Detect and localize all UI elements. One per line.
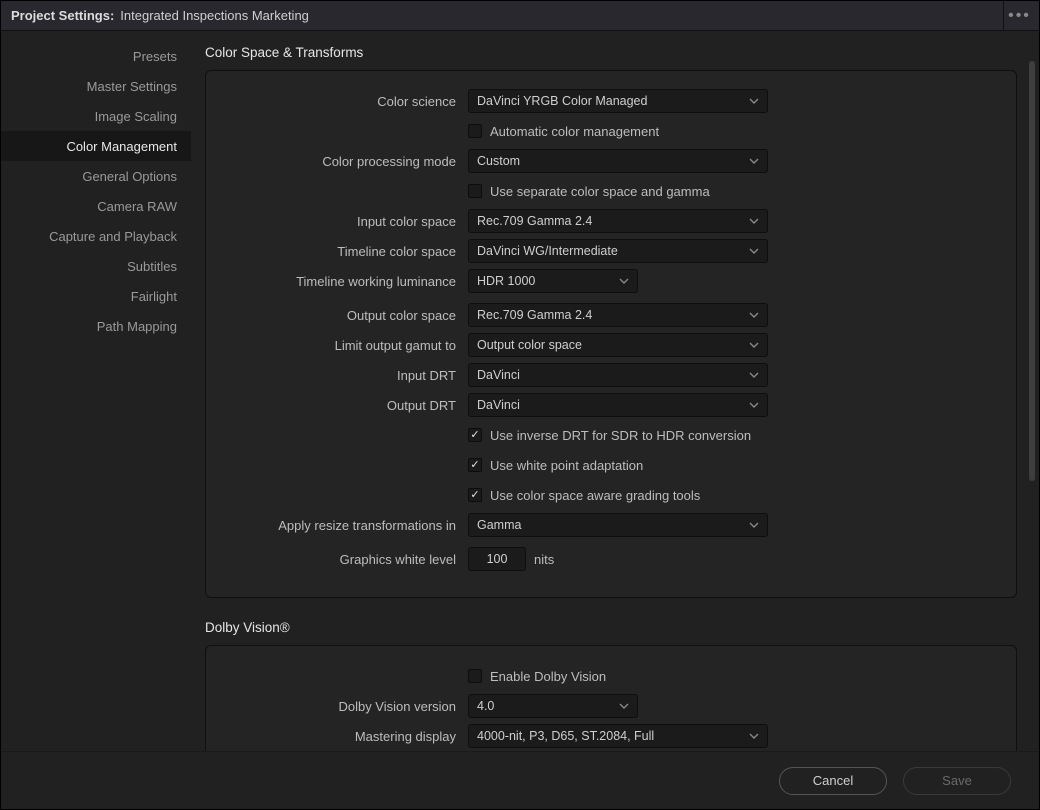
- checkbox-cs-aware-grading[interactable]: [468, 488, 482, 502]
- checkbox-white-point-adaptation[interactable]: [468, 458, 482, 472]
- titlebar: Project Settings: Integrated Inspections…: [1, 1, 1039, 31]
- dropdown-output-color-space[interactable]: Rec.709 Gamma 2.4: [468, 303, 768, 327]
- label-resize-transformations: Apply resize transformations in: [224, 518, 468, 533]
- chevron-down-icon: [749, 520, 759, 530]
- save-button[interactable]: Save: [903, 767, 1011, 795]
- label-auto-color-management: Automatic color management: [490, 124, 659, 139]
- dropdown-dolby-version[interactable]: 4.0: [468, 694, 638, 718]
- chevron-down-icon: [749, 340, 759, 350]
- sidebar-item-label: Subtitles: [127, 259, 177, 274]
- options-menu-icon[interactable]: •••: [1003, 1, 1029, 30]
- sidebar-item-label: Color Management: [66, 139, 177, 154]
- sidebar-item-label: Presets: [133, 49, 177, 64]
- sidebar: Presets Master Settings Image Scaling Co…: [1, 31, 191, 751]
- checkbox-auto-color-management[interactable]: [468, 124, 482, 138]
- unit-nits: nits: [534, 552, 554, 567]
- sidebar-item-label: Master Settings: [87, 79, 177, 94]
- label-limit-output-gamut: Limit output gamut to: [224, 338, 468, 353]
- titlebar-label: Project Settings:: [11, 8, 114, 23]
- sidebar-item-capture-playback[interactable]: Capture and Playback: [1, 221, 191, 251]
- dropdown-mastering-display[interactable]: 4000-nit, P3, D65, ST.2084, Full: [468, 724, 768, 748]
- label-color-processing-mode: Color processing mode: [224, 154, 468, 169]
- dropdown-color-science[interactable]: DaVinci YRGB Color Managed: [468, 89, 768, 113]
- sidebar-item-label: Camera RAW: [97, 199, 177, 214]
- sidebar-item-label: General Options: [82, 169, 177, 184]
- dropdown-value: Rec.709 Gamma 2.4: [477, 308, 592, 322]
- label-input-color-space: Input color space: [224, 214, 468, 229]
- checkbox-enable-dolby-vision[interactable]: [468, 669, 482, 683]
- dropdown-value: Rec.709 Gamma 2.4: [477, 214, 592, 228]
- dropdown-value: HDR 1000: [477, 274, 535, 288]
- sidebar-item-path-mapping[interactable]: Path Mapping: [1, 311, 191, 341]
- dropdown-timeline-color-space[interactable]: DaVinci WG/Intermediate: [468, 239, 768, 263]
- cancel-button[interactable]: Cancel: [779, 767, 887, 795]
- dropdown-value: 4000-nit, P3, D65, ST.2084, Full: [477, 729, 654, 743]
- section-title-dolby: Dolby Vision®: [205, 620, 1017, 635]
- sidebar-item-subtitles[interactable]: Subtitles: [1, 251, 191, 281]
- dropdown-value: DaVinci: [477, 398, 520, 412]
- chevron-down-icon: [619, 701, 629, 711]
- panel-cst: Color science DaVinci YRGB Color Managed: [205, 70, 1017, 598]
- chevron-down-icon: [619, 276, 629, 286]
- label-dolby-version: Dolby Vision version: [224, 699, 468, 714]
- chevron-down-icon: [749, 96, 759, 106]
- sidebar-item-camera-raw[interactable]: Camera RAW: [1, 191, 191, 221]
- project-settings-window: Project Settings: Integrated Inspections…: [0, 0, 1040, 810]
- label-timeline-color-space: Timeline color space: [224, 244, 468, 259]
- panel-dolby: Enable Dolby Vision Dolby Vision version…: [205, 645, 1017, 751]
- dropdown-resize-transformations[interactable]: Gamma: [468, 513, 768, 537]
- dropdown-value: 4.0: [477, 699, 494, 713]
- label-inverse-drt: Use inverse DRT for SDR to HDR conversio…: [490, 428, 751, 443]
- scrollbar-track[interactable]: [1025, 31, 1039, 751]
- sidebar-item-general-options[interactable]: General Options: [1, 161, 191, 191]
- label-color-science: Color science: [224, 94, 468, 109]
- dropdown-value: DaVinci YRGB Color Managed: [477, 94, 647, 108]
- chevron-down-icon: [749, 216, 759, 226]
- titlebar-project: Integrated Inspections Marketing: [120, 8, 309, 23]
- checkbox-inverse-drt[interactable]: [468, 428, 482, 442]
- footer: Cancel Save: [1, 751, 1039, 809]
- sidebar-item-fairlight[interactable]: Fairlight: [1, 281, 191, 311]
- section-title-cst: Color Space & Transforms: [205, 45, 1017, 60]
- dropdown-value: DaVinci: [477, 368, 520, 382]
- sidebar-item-label: Capture and Playback: [49, 229, 177, 244]
- input-graphics-white-level[interactable]: [468, 547, 526, 571]
- sidebar-item-label: Image Scaling: [95, 109, 177, 124]
- dropdown-timeline-working-luminance[interactable]: HDR 1000: [468, 269, 638, 293]
- label-output-drt: Output DRT: [224, 398, 468, 413]
- chevron-down-icon: [749, 310, 759, 320]
- label-enable-dolby-vision: Enable Dolby Vision: [490, 669, 606, 684]
- dropdown-color-processing-mode[interactable]: Custom: [468, 149, 768, 173]
- dropdown-output-drt[interactable]: DaVinci: [468, 393, 768, 417]
- sidebar-item-label: Path Mapping: [97, 319, 177, 334]
- dropdown-value: Custom: [477, 154, 520, 168]
- dropdown-value: Output color space: [477, 338, 582, 352]
- chevron-down-icon: [749, 731, 759, 741]
- sidebar-item-presets[interactable]: Presets: [1, 41, 191, 71]
- label-cs-aware-grading: Use color space aware grading tools: [490, 488, 700, 503]
- label-white-point-adaptation: Use white point adaptation: [490, 458, 643, 473]
- label-timeline-working-luminance: Timeline working luminance: [224, 274, 468, 289]
- label-input-drt: Input DRT: [224, 368, 468, 383]
- sidebar-item-image-scaling[interactable]: Image Scaling: [1, 101, 191, 131]
- checkbox-separate-cs-gamma[interactable]: [468, 184, 482, 198]
- chevron-down-icon: [749, 246, 759, 256]
- scrollbar-thumb[interactable]: [1029, 61, 1035, 481]
- label-mastering-display: Mastering display: [224, 729, 468, 744]
- chevron-down-icon: [749, 400, 759, 410]
- chevron-down-icon: [749, 156, 759, 166]
- chevron-down-icon: [749, 370, 759, 380]
- sidebar-item-color-management[interactable]: Color Management: [1, 131, 191, 161]
- dropdown-limit-output-gamut[interactable]: Output color space: [468, 333, 768, 357]
- dropdown-value: Gamma: [477, 518, 521, 532]
- content-scroll[interactable]: Color Space & Transforms Color science D…: [191, 31, 1025, 751]
- label-output-color-space: Output color space: [224, 308, 468, 323]
- dropdown-input-color-space[interactable]: Rec.709 Gamma 2.4: [468, 209, 768, 233]
- dropdown-value: DaVinci WG/Intermediate: [477, 244, 618, 258]
- sidebar-item-label: Fairlight: [131, 289, 177, 304]
- label-separate-cs-gamma: Use separate color space and gamma: [490, 184, 710, 199]
- sidebar-item-master-settings[interactable]: Master Settings: [1, 71, 191, 101]
- label-graphics-white-level: Graphics white level: [224, 552, 468, 567]
- dropdown-input-drt[interactable]: DaVinci: [468, 363, 768, 387]
